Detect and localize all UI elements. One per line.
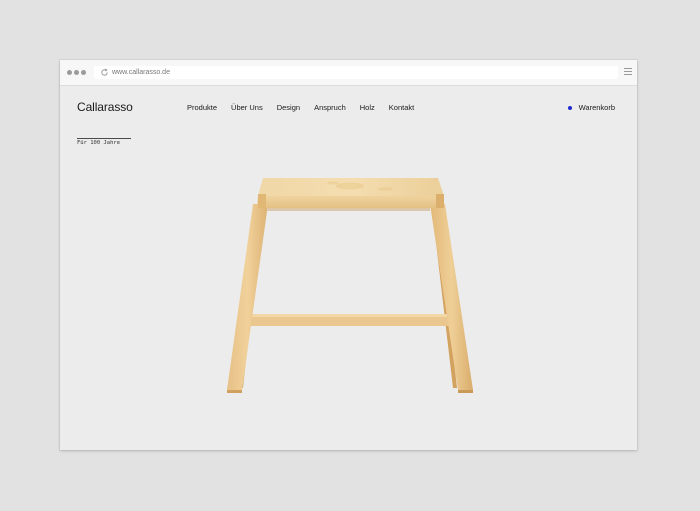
- window-dot-maximize[interactable]: [81, 70, 86, 75]
- nav-item-produkte[interactable]: Produkte: [187, 103, 217, 112]
- main-navigation: Produkte Über Uns Design Anspruch Holz K…: [187, 103, 414, 112]
- site-logo[interactable]: Callarasso: [77, 100, 133, 114]
- nav-item-kontakt[interactable]: Kontakt: [389, 103, 414, 112]
- browser-window: www.callarasso.de Callarasso Produkte Üb…: [60, 60, 637, 450]
- product-image-stool[interactable]: [215, 168, 485, 400]
- reload-icon[interactable]: [100, 68, 109, 77]
- nav-item-design[interactable]: Design: [277, 103, 300, 112]
- nav-item-anspruch[interactable]: Anspruch: [314, 103, 346, 112]
- tagline-divider: [77, 138, 131, 139]
- cart-label: Warenkorb: [578, 103, 615, 112]
- window-dot-close[interactable]: [67, 70, 72, 75]
- cart-indicator-dot: [567, 105, 572, 110]
- url-text[interactable]: www.callarasso.de: [112, 66, 170, 79]
- cart-link[interactable]: Warenkorb: [567, 103, 615, 112]
- nav-item-ueber-uns[interactable]: Über Uns: [231, 103, 263, 112]
- address-bar[interactable]: www.callarasso.de: [94, 66, 618, 79]
- browser-menu-icon[interactable]: [624, 68, 632, 77]
- window-controls: [67, 70, 86, 75]
- window-dot-minimize[interactable]: [74, 70, 79, 75]
- nav-item-holz[interactable]: Holz: [360, 103, 375, 112]
- browser-toolbar: www.callarasso.de: [60, 60, 637, 86]
- tagline: Für 100 Jahre: [77, 140, 121, 146]
